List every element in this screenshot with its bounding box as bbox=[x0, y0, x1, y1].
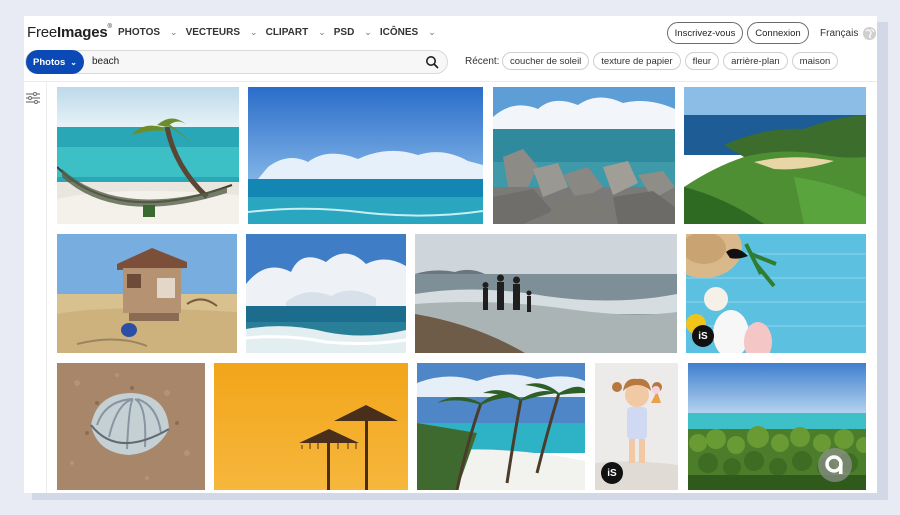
nav-photos-label: PHOTOS bbox=[118, 27, 161, 38]
nav-psd-label: PSD bbox=[333, 27, 355, 38]
filter-sliders-icon[interactable] bbox=[26, 92, 40, 104]
photo-girl-icecream[interactable]: iS bbox=[595, 363, 678, 490]
recent-chip[interactable]: arrière-plan bbox=[723, 52, 788, 70]
photo-summer-flatlay[interactable]: iS bbox=[686, 234, 866, 353]
language-selector[interactable]: Français bbox=[820, 27, 877, 40]
recent-chip[interactable]: fleur bbox=[684, 52, 720, 70]
photo-waves-clouds[interactable] bbox=[246, 234, 406, 353]
photo-breakwater[interactable] bbox=[493, 87, 675, 224]
logo-tm: ® bbox=[107, 24, 112, 30]
search-type-dropdown[interactable]: Photos ⌄ bbox=[26, 50, 84, 74]
nav-icons[interactable]: ICÔNES ⌄ bbox=[380, 27, 436, 38]
photo-palm-forest[interactable] bbox=[688, 363, 866, 490]
assistant-avatar-icon[interactable] bbox=[818, 448, 852, 482]
header-divider bbox=[24, 81, 877, 82]
browser-frame: FreeImages® PHOTOS ⌄ VECTEURS ⌄ CLIPART ⌄ P… bbox=[24, 16, 877, 493]
language-label: Français bbox=[820, 28, 859, 39]
search-bar: Photos ⌄ bbox=[25, 50, 448, 74]
chevron-down-icon: ⌄ bbox=[250, 27, 258, 37]
nav-vectors-label: VECTEURS bbox=[185, 27, 241, 38]
recent-chip[interactable]: maison bbox=[791, 52, 839, 70]
nav-clipart-label: CLIPART bbox=[265, 27, 309, 38]
istock-badge[interactable]: iS bbox=[601, 462, 623, 484]
photo-green-cove[interactable] bbox=[684, 87, 866, 224]
photo-beach-hut[interactable] bbox=[57, 234, 237, 353]
chevron-down-icon: ⌄ bbox=[170, 27, 178, 37]
nav-psd[interactable]: PSD ⌄ bbox=[334, 27, 372, 38]
freeimages-logo[interactable]: FreeImages® bbox=[27, 24, 112, 41]
photo-family-surf[interactable] bbox=[415, 234, 677, 353]
recent-label: Récent: bbox=[465, 56, 500, 67]
main-nav: PHOTOS ⌄ VECTEURS ⌄ CLIPART ⌄ PSD ⌄ ICÔNES ⌄ bbox=[118, 27, 444, 38]
logo-bold: Free bbox=[27, 24, 58, 41]
nav-icons-label: ICÔNES bbox=[379, 27, 419, 38]
photo-hammock-beach[interactable] bbox=[57, 87, 239, 224]
nav-clipart[interactable]: CLIPART ⌄ bbox=[266, 27, 326, 38]
nav-vectors[interactable]: VECTEURS ⌄ bbox=[186, 27, 258, 38]
istock-badge[interactable]: iS bbox=[692, 325, 714, 347]
signup-button[interactable]: Inscrivez-vous bbox=[667, 22, 743, 44]
photo-blue-sea[interactable] bbox=[248, 87, 483, 224]
globe-icon bbox=[863, 27, 877, 40]
search-icon[interactable] bbox=[425, 55, 439, 69]
logo-rest: Images bbox=[57, 24, 108, 41]
photo-sunset-umbrellas[interactable] bbox=[214, 363, 408, 490]
search-type-label: Photos bbox=[33, 56, 66, 68]
chevron-down-icon: ⌄ bbox=[70, 57, 77, 67]
login-button[interactable]: Connexion bbox=[747, 22, 809, 44]
recent-chip[interactable]: coucher de soleil bbox=[502, 52, 590, 70]
chevron-down-icon: ⌄ bbox=[364, 27, 372, 37]
recent-searches: coucher de soleil texture de papier fleu… bbox=[502, 52, 842, 70]
nav-photos[interactable]: PHOTOS ⌄ bbox=[118, 27, 178, 38]
photo-seashell[interactable] bbox=[57, 363, 205, 490]
chevron-down-icon: ⌄ bbox=[318, 27, 326, 37]
chevron-down-icon: ⌄ bbox=[428, 27, 436, 37]
search-input[interactable] bbox=[92, 56, 412, 67]
photo-palm-beach[interactable] bbox=[417, 363, 585, 490]
recent-chip[interactable]: texture de papier bbox=[593, 52, 681, 70]
sidebar-divider bbox=[46, 82, 47, 493]
